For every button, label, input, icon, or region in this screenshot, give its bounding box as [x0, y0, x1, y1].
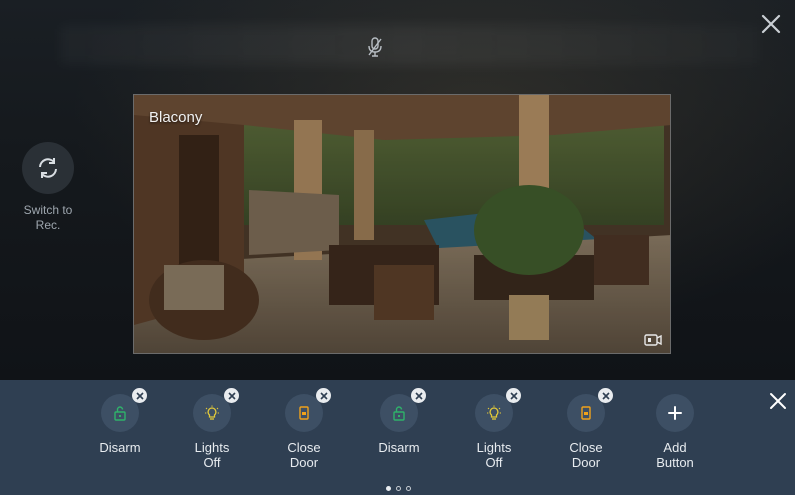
- button-label: Lights Off: [476, 440, 512, 470]
- switch-to-rec-label: Switch to Rec.: [23, 203, 73, 232]
- button-label: Disarm: [99, 440, 141, 455]
- remove-icon[interactable]: [598, 388, 613, 403]
- door-icon: [581, 406, 591, 420]
- button-circle: [656, 394, 694, 432]
- button-label: Lights Off: [194, 440, 230, 470]
- video-camera-icon[interactable]: [644, 333, 662, 347]
- button-circle: [193, 388, 239, 432]
- close-door-button[interactable]: Close Door: [546, 388, 626, 470]
- lights-off-button[interactable]: Lights Off: [454, 388, 534, 470]
- add-button[interactable]: Add Button: [635, 394, 715, 470]
- lights-off-button[interactable]: Lights Off: [172, 388, 252, 470]
- remove-icon[interactable]: [411, 388, 426, 403]
- switch-icon: [39, 158, 57, 178]
- camera-title: Blacony: [149, 109, 203, 126]
- button-label: Add Button: [656, 440, 694, 470]
- camera-view[interactable]: Blacony: [133, 94, 671, 354]
- button-circle: [380, 388, 426, 432]
- close-door-button[interactable]: Close Door: [264, 388, 344, 470]
- disarm-button[interactable]: Disarm: [359, 388, 439, 455]
- button-label: Close Door: [287, 440, 321, 470]
- button-circle: [101, 388, 147, 432]
- door-icon: [299, 406, 309, 420]
- page-dot[interactable]: [406, 486, 411, 491]
- remove-icon[interactable]: [224, 388, 239, 403]
- page-indicator: [386, 486, 411, 491]
- bulb-icon: [487, 405, 501, 420]
- camera-image: [134, 95, 670, 353]
- button-label: Close Door: [569, 440, 603, 470]
- close-icon[interactable]: [759, 12, 783, 36]
- unlock-icon: [393, 406, 405, 421]
- button-circle: [285, 388, 331, 432]
- quick-actions-bar: Disarm Lights Off Close Door Disarm Ligh…: [0, 380, 795, 495]
- mic-muted-icon[interactable]: [366, 36, 384, 58]
- unlock-icon: [114, 406, 126, 421]
- remove-icon[interactable]: [316, 388, 331, 403]
- button-circle: [475, 388, 521, 432]
- bulb-icon: [205, 405, 219, 420]
- close-bar-icon[interactable]: [769, 392, 787, 410]
- disarm-button[interactable]: Disarm: [80, 388, 160, 455]
- button-label: Disarm: [378, 440, 420, 455]
- switch-to-rec-button[interactable]: [22, 142, 74, 194]
- plus-icon: [668, 406, 682, 420]
- button-circle: [567, 388, 613, 432]
- remove-icon[interactable]: [506, 388, 521, 403]
- page-dot[interactable]: [396, 486, 401, 491]
- page-dot[interactable]: [386, 486, 391, 491]
- remove-icon[interactable]: [132, 388, 147, 403]
